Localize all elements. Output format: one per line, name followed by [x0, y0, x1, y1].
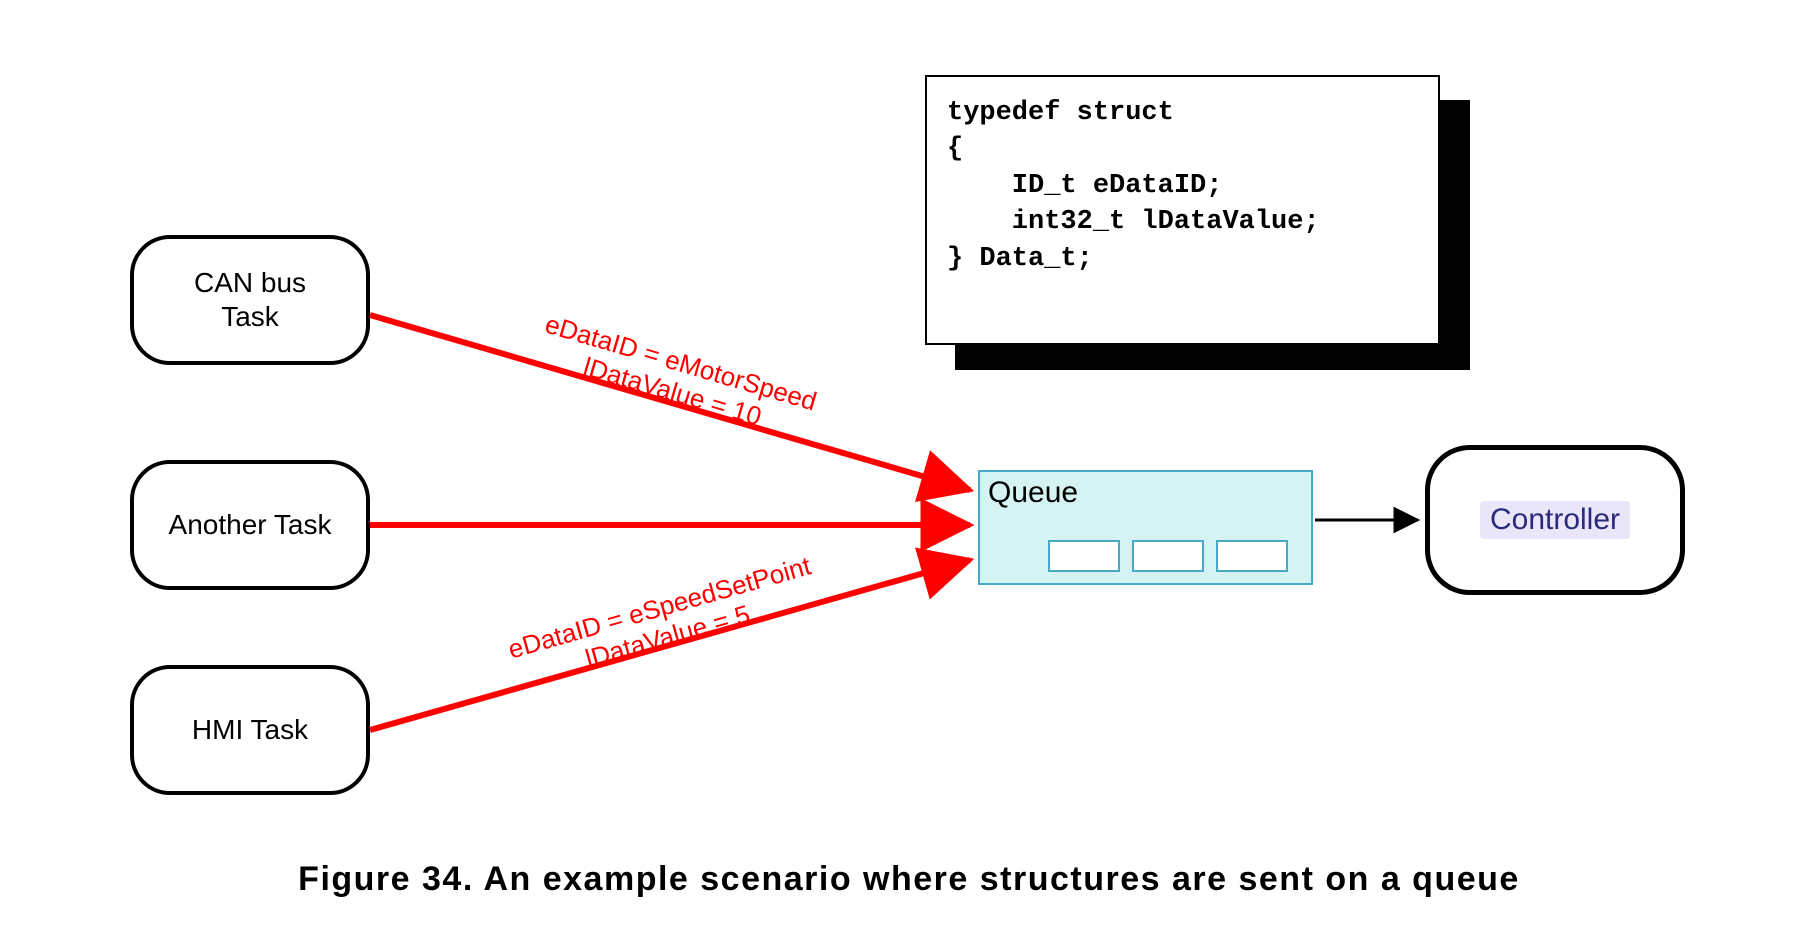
- task-another-label: Another Task: [169, 508, 332, 542]
- arrow-bottom-label-2: lDataValue = 5: [582, 599, 753, 674]
- arrow-top-label-1: eDataID = eMotorSpeed: [542, 309, 820, 417]
- queue-slot: [1048, 540, 1120, 572]
- figure-caption-text: Figure 34. An example scenario where str…: [298, 860, 1520, 898]
- arrow-can-to-queue: [370, 315, 970, 490]
- task-can-bus-label: CAN busTask: [194, 266, 306, 333]
- task-hmi: HMI Task: [130, 665, 370, 795]
- figure-caption: Figure 34. An example scenario where str…: [0, 860, 1818, 899]
- task-another: Another Task: [130, 460, 370, 590]
- queue-label: Queue: [988, 476, 1078, 510]
- queue-slot: [1132, 540, 1204, 572]
- arrow-hmi-to-queue: [370, 560, 970, 730]
- arrow-bottom-label-1: eDataID = eSpeedSetPoint: [505, 550, 815, 664]
- code-text: typedef struct { ID_t eDataID; int32_t l…: [947, 98, 1320, 274]
- queue-slot: [1216, 540, 1288, 572]
- controller-box: Controller: [1425, 445, 1685, 595]
- task-can-bus: CAN busTask: [130, 235, 370, 365]
- task-hmi-label: HMI Task: [192, 713, 308, 747]
- code-box: typedef struct { ID_t eDataID; int32_t l…: [925, 75, 1440, 345]
- queue-box: Queue: [978, 470, 1313, 585]
- controller-label: Controller: [1480, 501, 1630, 539]
- arrow-top-label-2: lDataValue = 10: [580, 351, 765, 431]
